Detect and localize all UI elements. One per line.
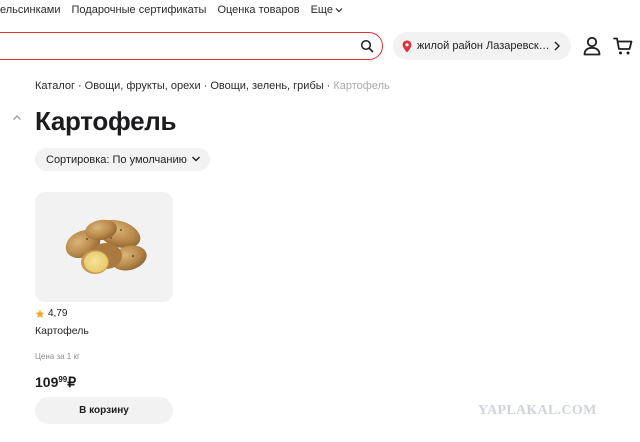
search-icon[interactable] [360, 39, 374, 53]
chevron-right-icon [554, 41, 560, 51]
product-image[interactable] [35, 192, 173, 302]
breadcrumb-item-catalog[interactable]: Каталог [35, 80, 75, 92]
location-text: жилой район Лазаревск… [417, 40, 550, 52]
product-rating: 4,79 [35, 308, 67, 319]
breadcrumb-item-current: Картофель [333, 80, 390, 92]
add-to-cart-button[interactable]: В корзину [35, 397, 173, 424]
breadcrumb-separator: · [78, 80, 82, 92]
price-decimal: 99 [58, 375, 68, 384]
chevron-up-icon[interactable] [12, 114, 22, 121]
nav-link-product-reviews[interactable]: Оценка товаров [217, 4, 299, 16]
product-name[interactable]: Картофель [35, 325, 89, 337]
star-icon [35, 309, 45, 318]
nav-more-button[interactable]: Еще [311, 4, 343, 16]
price-unit: Цена за 1 кг [35, 352, 80, 361]
potato-image [65, 219, 147, 274]
chevron-down-icon [192, 156, 200, 162]
nav-link-partial[interactable]: ельсинками [0, 4, 61, 16]
price-integer: 109 [35, 374, 59, 390]
nav-link-gift-certificates[interactable]: Подарочные сертификаты [72, 4, 207, 16]
price-currency: ₽ [67, 374, 77, 390]
user-icon[interactable] [582, 36, 602, 56]
page-title: Картофель [35, 106, 177, 136]
breadcrumb-item-vegetables-greens-mushrooms[interactable]: Овощи, зелень, грибы [210, 80, 323, 92]
location-selector[interactable]: жилой район Лазаревск… [393, 32, 571, 60]
breadcrumb-separator: · [203, 80, 208, 92]
map-pin-icon [402, 40, 412, 53]
breadcrumb: Каталог · Овощи, фрукты, орехи · Овощи, зеле… [35, 80, 390, 92]
watermark: YAPLAKAL.COM [478, 403, 597, 418]
breadcrumb-separator: · [326, 80, 331, 92]
sort-dropdown[interactable]: Сортировка: По умолчанию [35, 148, 210, 171]
top-navigation: ельсинками Подарочные сертификаты Оценка… [0, 0, 354, 20]
search-input[interactable] [0, 32, 383, 60]
cart-icon[interactable] [613, 36, 633, 56]
product-price: 109 99 ₽ [35, 374, 76, 391]
nav-more-label: Еще [310, 4, 333, 16]
rating-value: 4,79 [48, 308, 68, 319]
chevron-down-icon [335, 8, 343, 13]
breadcrumb-item-vegetables-fruits-nuts[interactable]: Овощи, фрукты, орехи [85, 80, 201, 92]
sort-label: Сортировка: По умолчанию [46, 153, 187, 166]
